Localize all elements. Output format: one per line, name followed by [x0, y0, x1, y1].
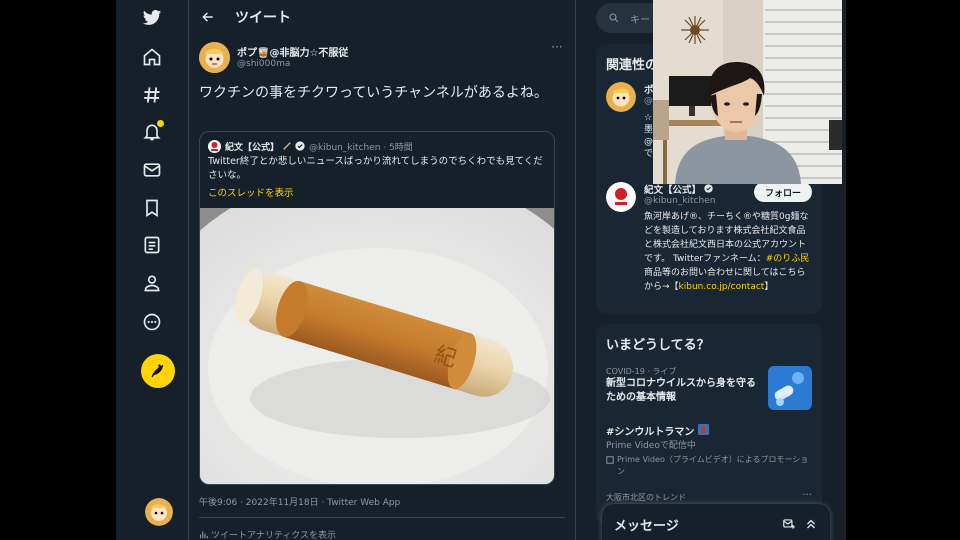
- ultraman-emoji-icon: [697, 424, 709, 435]
- quote-header: 紀文【公式】 @kibun_kitchen · 5時間: [208, 139, 413, 153]
- trend-3-meta: 大阪市北区のトレンド: [606, 493, 686, 502]
- trend-2-title: #シンウルトラマン: [606, 424, 812, 440]
- author-avatar[interactable]: [199, 42, 230, 73]
- scrollbar[interactable]: [842, 0, 846, 540]
- tweet-author: ポプ🥃@非脳力☆不服従 @shi000ma ···: [199, 41, 565, 74]
- feather-icon: [151, 364, 164, 378]
- related-user-1-handle: @: [644, 96, 653, 106]
- quoted-tweet[interactable]: 紀文【公式】 @kibun_kitchen · 5時間 Twitter終了とか悲…: [199, 131, 555, 485]
- author-name[interactable]: ポプ🥃@非脳力☆不服従: [237, 44, 348, 59]
- related-user-2-bio: 魚河岸あげ®、チーちく®や糖質0g麺などを製造しております株式会社紀文食品と株式…: [644, 210, 814, 294]
- tweet-timestamp[interactable]: 午後9:06 · 2022年11月18日 · Twitter Web App: [199, 495, 400, 508]
- bookmarks-icon[interactable]: [134, 190, 170, 226]
- search-placeholder: キー: [630, 14, 650, 26]
- divider: [199, 517, 565, 518]
- quote-text: Twitter終了とか悲しいニュースばっかり流れてしまうのでちくわでも見てくださ…: [208, 156, 543, 181]
- trend-2-sub: Prime Videoで配信中: [606, 441, 696, 451]
- promoted-icon: [606, 456, 614, 464]
- tweet-text: ワクチンの事をチクワっていうチャンネルがあるよね。: [199, 85, 548, 101]
- account-avatar[interactable]: [145, 498, 173, 526]
- analytics-label: ツイートアナリティクスを表示: [211, 531, 337, 540]
- left-nav: [116, 0, 188, 540]
- tweet-analytics-link[interactable]: ツイートアナリティクスを表示: [199, 528, 336, 540]
- trend-2-promo-text: Prime Video（プライムビデオ）によるプロモーション: [617, 455, 809, 476]
- author-handle[interactable]: @shi000ma: [237, 59, 290, 69]
- compose-tweet-button[interactable]: [141, 354, 175, 388]
- more-options-icon[interactable]: ···: [549, 41, 565, 54]
- profile-icon[interactable]: [134, 265, 170, 301]
- trend-2-title-text: #シンウルトラマン: [606, 427, 695, 438]
- analytics-icon: [199, 531, 208, 539]
- quote-author-name: 紀文【公式】: [225, 142, 280, 153]
- quote-avatar: [208, 139, 221, 153]
- explore-icon[interactable]: [134, 77, 170, 113]
- messages-drawer[interactable]: メッセージ: [602, 504, 830, 540]
- related-user-2[interactable]: 紀文【公式】 @kibun_kitchen フォロー 魚河岸あげ®、チーちく®や…: [606, 182, 812, 312]
- related-user-2-avatar: [606, 182, 636, 212]
- trend-more-icon[interactable]: ···: [802, 490, 812, 501]
- messages-title: メッセージ: [614, 518, 679, 534]
- home-icon[interactable]: [134, 39, 170, 75]
- tweet-header: ツイート: [189, 0, 575, 34]
- related-user-2-name: 紀文【公式】: [644, 182, 714, 196]
- notifications-icon[interactable]: [134, 114, 170, 150]
- notification-dot: [157, 120, 164, 127]
- trend-2-promo: Prime Video（プライムビデオ）によるプロモーション: [606, 454, 812, 478]
- messages-icon[interactable]: [134, 152, 170, 188]
- twitter-logo-icon[interactable]: [134, 0, 170, 36]
- bio-link[interactable]: kibun.co.jp/contact: [679, 282, 765, 292]
- bio-text-end: 】: [764, 282, 774, 292]
- trend-1-title: 新型コロナウイルスから身を守るための基本情報: [606, 378, 756, 403]
- related-user-1-avatar: [606, 82, 636, 112]
- trend-thumbnail: [768, 366, 812, 410]
- bio-hashtag[interactable]: #のりふ民: [766, 254, 810, 264]
- related-user-2-handle: @kibun_kitchen: [644, 196, 716, 206]
- more-icon[interactable]: [134, 304, 170, 340]
- new-message-icon[interactable]: [782, 517, 796, 531]
- webcam-overlay: [653, 0, 842, 184]
- trend-item-promoted[interactable]: #シンウルトラマン Prime Videoで配信中 Prime Video（プラ…: [606, 424, 812, 480]
- collapse-chevron-icon[interactable]: [804, 517, 818, 531]
- show-thread-link[interactable]: このスレッドを表示: [208, 185, 294, 199]
- tweet-column: ツイート ポプ🥃@非脳力☆不服従 @shi000ma ··· ワクチンの事をチク…: [188, 0, 576, 540]
- trends-title: いまどうしてる？: [606, 338, 710, 353]
- quote-author-handle: @kibun_kitchen · 5時間: [309, 142, 413, 153]
- back-arrow-icon[interactable]: [199, 8, 217, 26]
- trend-item-covid[interactable]: COVID-19 · ライブ 新型コロナウイルスから身を守るための基本情報: [606, 366, 812, 416]
- search-icon: [609, 13, 619, 23]
- verified-badge-icon: [704, 184, 714, 193]
- page-title: ツイート: [235, 10, 291, 26]
- trends-card: いまどうしてる？ COVID-19 · ライブ 新型コロナウイルスから身を守るた…: [596, 324, 822, 524]
- related-user-2-name-text: 紀文【公式】: [644, 185, 702, 196]
- fishcake-emoji-icon: [283, 142, 291, 150]
- verified-badge-icon: [295, 141, 305, 151]
- follow-button[interactable]: フォロー: [754, 182, 812, 202]
- chikuwa-photo[interactable]: 紀: [200, 208, 555, 485]
- lists-icon[interactable]: [134, 227, 170, 263]
